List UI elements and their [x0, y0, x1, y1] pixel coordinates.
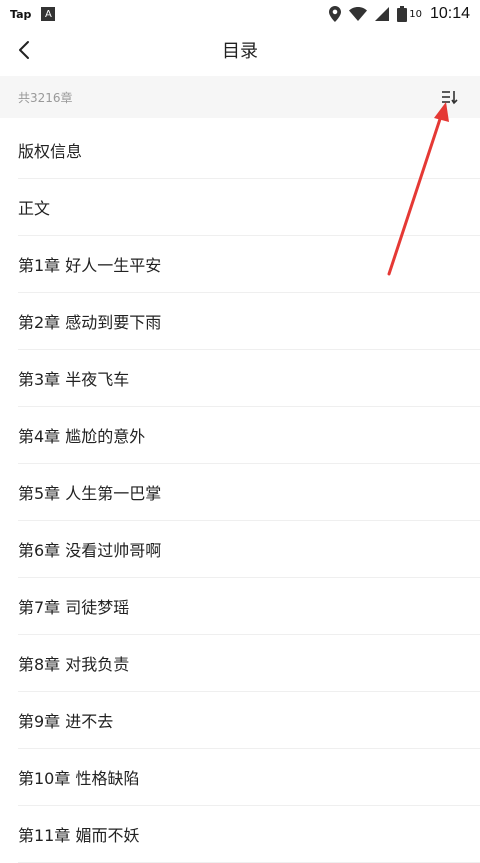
location-icon: [329, 6, 342, 22]
chapter-item[interactable]: 第7章 司徒梦瑶: [18, 578, 480, 635]
clock: 10:14: [429, 5, 470, 22]
chapter-title: 第2章 感动到要下雨: [18, 313, 162, 332]
chapter-title: 第1章 好人一生平安: [18, 256, 162, 275]
signal-icon: [375, 7, 390, 21]
tap-app-label: Tap: [10, 7, 32, 21]
chapter-title: 第9章 进不去: [18, 712, 114, 731]
battery-icon: [397, 6, 408, 22]
chapter-title: 第8章 对我负责: [18, 655, 130, 674]
chapter-item[interactable]: 第1章 好人一生平安: [18, 236, 480, 293]
back-button[interactable]: [10, 36, 38, 64]
chapter-title: 正文: [18, 199, 51, 218]
back-arrow-icon: [19, 41, 29, 59]
wifi-icon: [349, 7, 368, 21]
battery-level: 10: [409, 8, 422, 20]
chapter-title: 版权信息: [18, 142, 83, 161]
page-title: 目录: [222, 41, 258, 62]
chapter-title: 第6章 没看过帅哥啊: [18, 541, 162, 560]
chapter-item[interactable]: 第8章 对我负责: [18, 635, 480, 692]
chapter-item[interactable]: 第10章 性格缺陷: [18, 749, 480, 806]
chapter-item[interactable]: 第2章 感动到要下雨: [18, 293, 480, 350]
chapter-title: 第11章 媚而不妖: [18, 826, 140, 845]
sort-button[interactable]: [438, 85, 462, 109]
chapter-item[interactable]: 版权信息: [18, 122, 480, 179]
chapter-item[interactable]: 第5章 人生第一巴掌: [18, 464, 480, 521]
chapter-item[interactable]: 第11章 媚而不妖: [18, 806, 480, 863]
chapter-item[interactable]: 第9章 进不去: [18, 692, 480, 749]
sort-icon: [442, 91, 458, 105]
chapter-title: 第5章 人生第一巴掌: [18, 484, 162, 503]
chapter-title: 第4章 尴尬的意外: [18, 427, 146, 446]
chapter-title: 第3章 半夜飞车: [18, 370, 130, 389]
chapter-item[interactable]: 第4章 尴尬的意外: [18, 407, 480, 464]
chapter-item[interactable]: 正文: [18, 179, 480, 236]
header: 目录: [0, 28, 480, 72]
chapter-item[interactable]: 第3章 半夜飞车: [18, 350, 480, 407]
chapter-list: 版权信息 正文 第1章 好人一生平安 第2章 感动到要下雨 第3章 半夜飞车 第…: [0, 122, 480, 863]
chapter-count: 共3216章: [18, 90, 73, 105]
app-notification-icon: A: [41, 7, 56, 21]
status-bar: Tap A 10 10:14: [0, 0, 480, 28]
chapter-title: 第7章 司徒梦瑶: [18, 598, 130, 617]
summary-bar: 共3216章: [0, 76, 480, 118]
status-left: Tap A: [10, 7, 56, 21]
chapter-item[interactable]: 第6章 没看过帅哥啊: [18, 521, 480, 578]
status-right: 10 10:14: [329, 5, 470, 23]
chapter-title: 第10章 性格缺陷: [18, 769, 140, 788]
